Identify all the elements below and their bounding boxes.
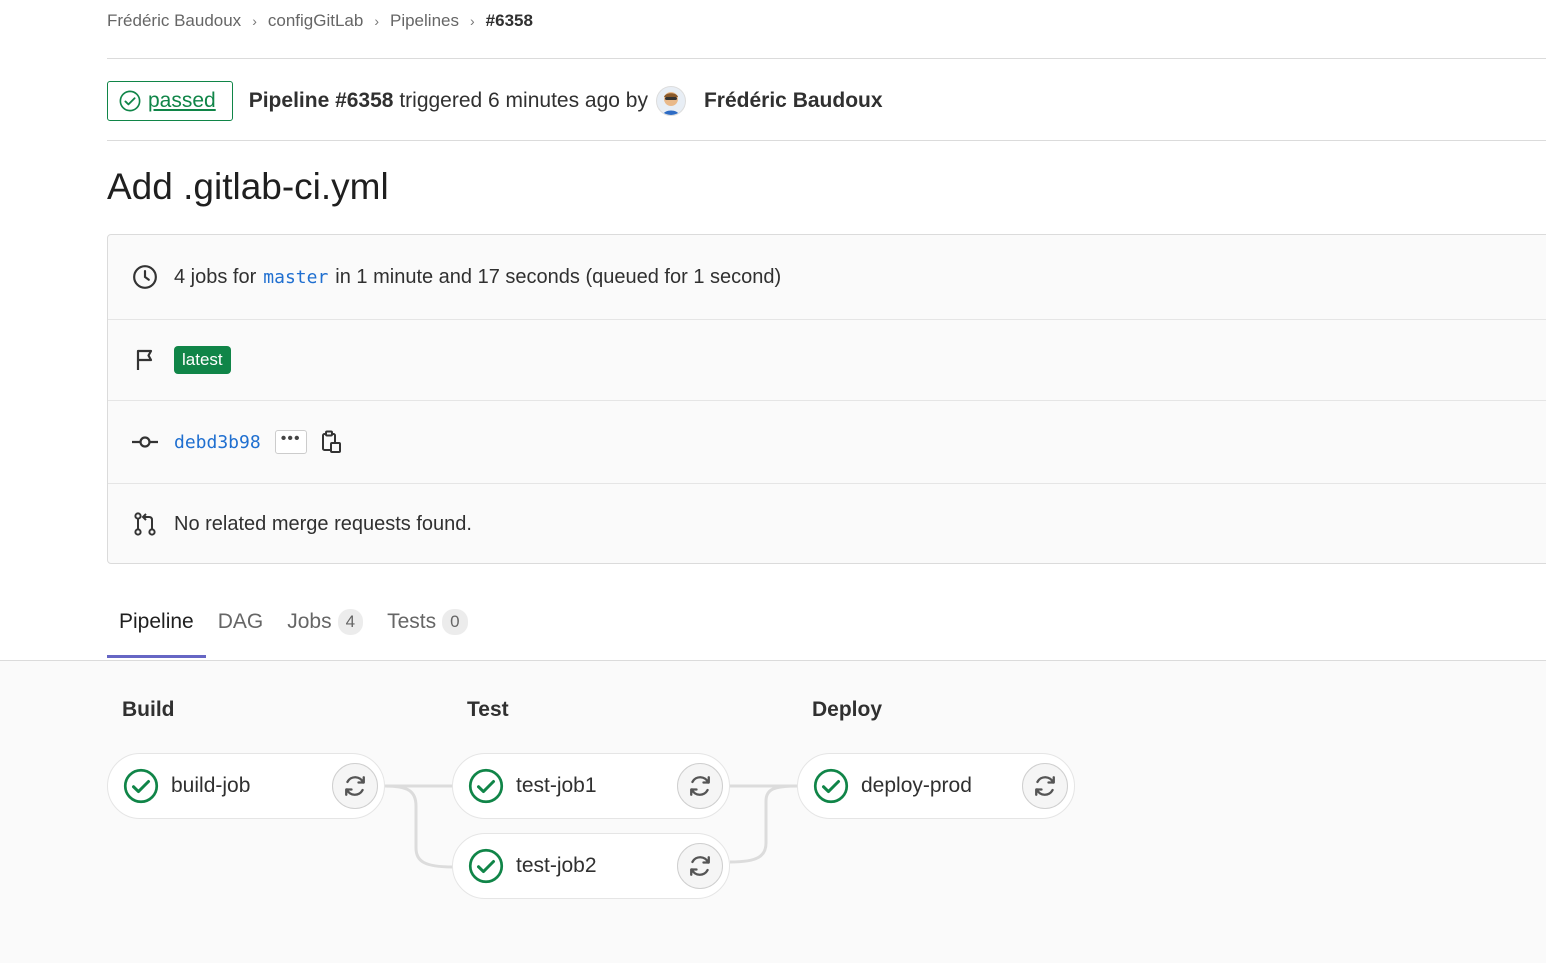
status-success-icon [468, 848, 504, 884]
stage-title-deploy: Deploy [812, 698, 883, 721]
breadcrumb-item-user[interactable]: Frédéric Baudoux [107, 11, 241, 31]
job-name: deploy-prod [861, 774, 972, 797]
status-success-icon [813, 768, 849, 804]
jobs-summary-row: 4 jobs for master in 1 minute and 17 sec… [108, 235, 1546, 319]
triggered-text: triggered 6 minutes ago by [399, 89, 648, 112]
pipeline-graph: Build Test Deploy build-job test-job1 te… [0, 660, 1546, 963]
chevron-right-icon: › [252, 13, 257, 29]
latest-badge: latest [174, 346, 231, 374]
jobs-count-text: 4 jobs for [174, 265, 257, 288]
job-test-job1[interactable]: test-job1 [452, 753, 730, 819]
pipeline-info-box: 4 jobs for master in 1 minute and 17 sec… [107, 234, 1546, 564]
job-deploy-prod[interactable]: deploy-prod [797, 753, 1075, 819]
tab-jobs[interactable]: Jobs 4 [275, 600, 375, 658]
branch-link[interactable]: master [263, 267, 328, 288]
breadcrumb-item-project[interactable]: configGitLab [268, 11, 363, 31]
breadcrumb-item-current[interactable]: #6358 [486, 11, 533, 31]
clock-icon [132, 264, 158, 290]
breadcrumb: Frédéric Baudoux › configGitLab › Pipeli… [107, 11, 533, 31]
pipeline-header: passed Pipeline #6358 triggered 6 minute… [107, 81, 883, 121]
jobs-count-badge: 4 [337, 609, 364, 635]
status-success-icon [468, 768, 504, 804]
retry-icon[interactable] [1022, 763, 1068, 809]
job-build-job[interactable]: build-job [107, 753, 385, 819]
tab-dag[interactable]: DAG [206, 600, 276, 658]
job-test-job2[interactable]: test-job2 [452, 833, 730, 899]
stage-title-test: Test [467, 698, 509, 721]
avatar[interactable] [655, 86, 686, 116]
tab-label: Jobs [287, 610, 332, 633]
job-name: test-job1 [516, 774, 597, 797]
flag-icon [132, 348, 158, 372]
retry-icon[interactable] [332, 763, 378, 809]
tests-count-badge: 0 [442, 609, 468, 635]
author-link[interactable]: Frédéric Baudoux [704, 89, 883, 113]
pipeline-id: Pipeline #6358 [248, 89, 394, 112]
chevron-right-icon: › [469, 13, 475, 29]
status-success-icon [123, 768, 159, 804]
tab-pipeline[interactable]: Pipeline [107, 600, 206, 658]
divider [107, 58, 1546, 59]
job-name: test-job2 [516, 854, 597, 877]
commit-icon [132, 435, 158, 449]
pipeline-tabs: Pipeline DAG Jobs 4 Tests 0 [107, 600, 480, 660]
status-badge[interactable]: passed [107, 81, 233, 121]
tab-label: Tests [387, 610, 437, 633]
status-label: passed [148, 89, 216, 112]
tab-tests[interactable]: Tests 0 [375, 600, 479, 658]
page-title: Add .gitlab-ci.yml [107, 166, 389, 207]
tab-label: Pipeline [119, 610, 194, 633]
expand-commit-button[interactable]: ••• [274, 430, 307, 454]
breadcrumb-item-pipelines[interactable]: Pipelines [390, 11, 459, 31]
retry-icon[interactable] [677, 763, 723, 809]
duration-text: in 1 minute and 17 seconds (queued for 1… [335, 265, 782, 288]
chevron-right-icon: › [374, 13, 379, 29]
copy-clipboard-icon[interactable] [321, 430, 343, 454]
status-success-icon [119, 90, 141, 112]
merge-request-icon [132, 511, 158, 537]
commit-row: debd3b98 ••• [108, 401, 1546, 483]
stage-title-build: Build [122, 698, 175, 721]
job-name: build-job [171, 774, 251, 797]
merge-requests-row: No related merge requests found. [108, 484, 1546, 564]
divider [107, 140, 1546, 141]
commit-sha-link[interactable]: debd3b98 [174, 432, 261, 453]
retry-icon[interactable] [677, 843, 723, 889]
pipeline-meta: Pipeline #6358 triggered 6 minutes ago b… [249, 89, 648, 113]
tags-row: latest [108, 320, 1546, 400]
merge-requests-text: No related merge requests found. [174, 512, 472, 535]
tab-label: DAG [217, 610, 264, 633]
